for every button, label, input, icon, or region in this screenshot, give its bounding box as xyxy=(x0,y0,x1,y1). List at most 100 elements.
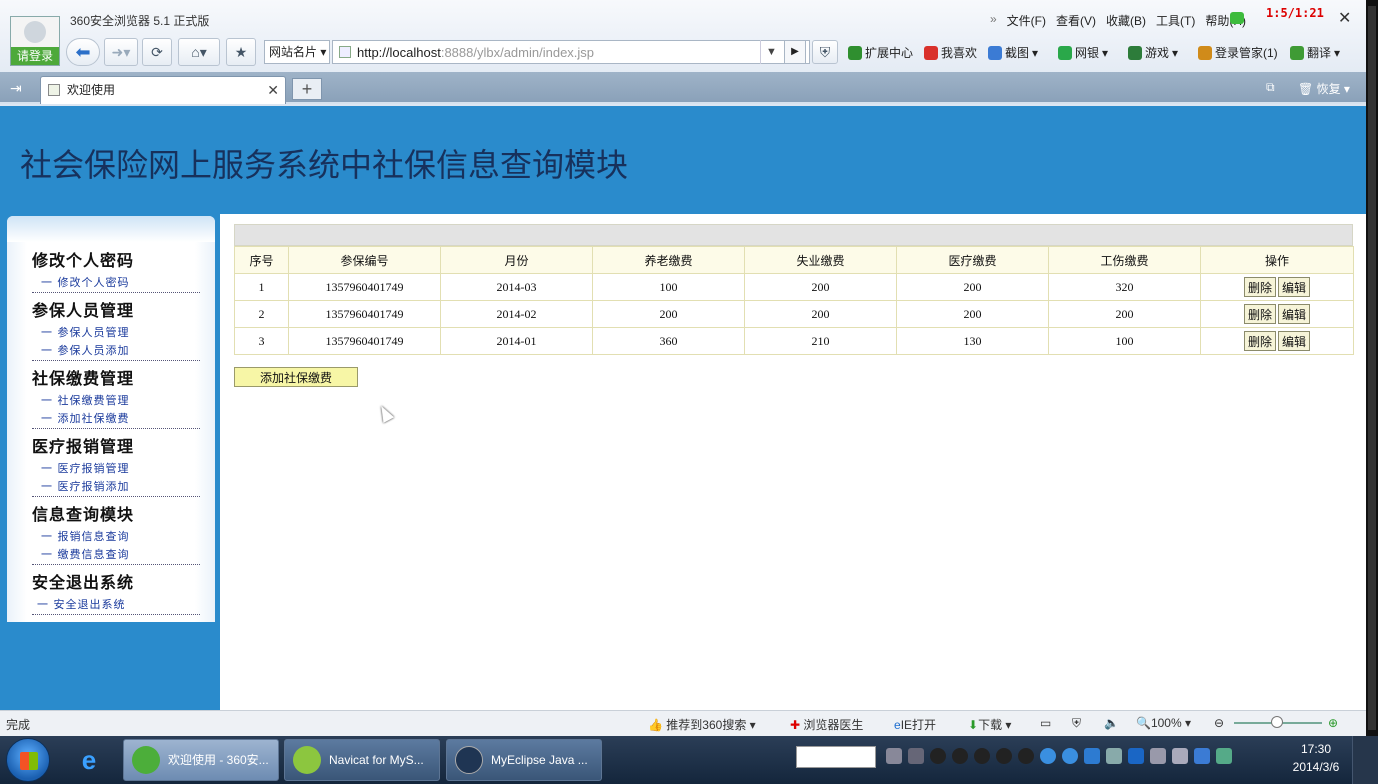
sidebar-group-title: 医疗报销管理 xyxy=(32,437,135,456)
monitor-icon[interactable] xyxy=(1150,748,1166,764)
task-browser[interactable]: 欢迎使用 - 360安... xyxy=(123,739,279,781)
bubble-icon[interactable] xyxy=(1062,748,1078,764)
keyboard-icon[interactable] xyxy=(886,748,902,764)
skin-shirt-icon[interactable] xyxy=(1230,12,1244,24)
table-row: 3 1357960401749 2014-01 360 210 130 100 … xyxy=(234,327,1354,355)
favorite-button[interactable]: ★ xyxy=(226,38,256,66)
search-icon[interactable] xyxy=(1216,748,1232,764)
go-button[interactable]: ▶ xyxy=(784,40,806,64)
volume-icon[interactable]: 🔈 xyxy=(1104,716,1119,730)
sidebar-item-logout[interactable]: 一 安全退出系统 xyxy=(32,596,200,614)
table-cell: 200 xyxy=(744,300,897,328)
ext-favorite[interactable]: 我喜欢 xyxy=(924,44,977,61)
security-icon[interactable]: ⛨ xyxy=(1072,716,1081,731)
ext-screenshot[interactable]: 截图 ▾ xyxy=(988,44,1038,61)
mouse-cursor-icon xyxy=(375,403,395,423)
sidebar-group-query: 信息查询模块 一 报销信息查询 一 缴费信息查询 xyxy=(32,502,200,565)
home-button[interactable]: ⌂▾ xyxy=(178,38,220,66)
zoom-in-icon[interactable]: ⊕ xyxy=(1328,716,1338,730)
qq-icon[interactable] xyxy=(952,748,968,764)
tab-bar: ⇥ 欢迎使用 ✕ + ⧉ 🗑 恢复 ▾ xyxy=(0,72,1366,104)
browser-doctor[interactable]: ✚ 浏览器医生 xyxy=(790,716,863,733)
ext-extension-center[interactable]: 扩展中心 xyxy=(848,44,913,61)
login-label[interactable]: 请登录 xyxy=(11,47,59,65)
menu-favorites[interactable]: 收藏(B) xyxy=(1106,12,1146,29)
download[interactable]: ⬇下载 ▾ xyxy=(968,716,1011,733)
table-cell: 210 xyxy=(744,327,897,355)
address-dropdown-icon[interactable]: ▼ xyxy=(760,40,782,64)
shield-button[interactable]: ⛨ xyxy=(812,40,838,64)
zoom-slider-handle[interactable] xyxy=(1271,716,1283,728)
qq-icon[interactable] xyxy=(1018,748,1034,764)
qq-icon[interactable] xyxy=(930,748,946,764)
pinned-ie[interactable]: e xyxy=(64,739,114,781)
status-item-label: IE打开 xyxy=(900,718,937,732)
task-myeclipse[interactable]: MyEclipse Java ... xyxy=(446,739,602,781)
network-icon[interactable] xyxy=(908,748,924,764)
forward-button[interactable]: ➜▾ xyxy=(104,38,138,66)
back-button[interactable]: ⬅ xyxy=(66,38,100,66)
refresh-button[interactable]: ⟳ xyxy=(142,38,172,66)
menu-overflow-icon[interactable]: » xyxy=(990,12,997,29)
ext-bank[interactable]: 网银 ▾ xyxy=(1058,44,1108,61)
ie-open[interactable]: eIE打开 xyxy=(894,716,936,733)
task-navicat[interactable]: Navicat for MyS... xyxy=(284,739,440,781)
delete-button[interactable]: 删除 xyxy=(1243,304,1276,324)
bubble-icon[interactable] xyxy=(1040,748,1056,764)
shield-icon[interactable] xyxy=(1084,748,1100,764)
tab-close-icon[interactable]: ✕ xyxy=(267,77,279,103)
sidebar-item-reimburse-query[interactable]: 一 报销信息查询 xyxy=(32,528,200,546)
tab-list-icon[interactable]: ⧉ xyxy=(1266,80,1275,95)
row-actions: 删除 编辑 xyxy=(1200,300,1354,328)
sidebar-item-insured-add[interactable]: 一 参保人员添加 xyxy=(32,342,200,360)
edit-button[interactable]: 编辑 xyxy=(1278,304,1311,324)
show-desktop-button[interactable] xyxy=(1352,736,1378,784)
key-icon xyxy=(1198,45,1212,60)
magnifier-icon: 🔍 xyxy=(1136,716,1151,730)
tab-welcome[interactable]: 欢迎使用 ✕ xyxy=(40,76,286,104)
sidebar-item-medical-manage[interactable]: 一 医疗报销管理 xyxy=(32,460,200,478)
sidebar-toggle-icon[interactable]: ⇥ xyxy=(10,80,22,97)
display-icon[interactable] xyxy=(1194,748,1210,764)
close-window-icon[interactable]: ✕ xyxy=(1338,8,1351,28)
menu-file[interactable]: 文件(F) xyxy=(1007,12,1046,29)
edit-button[interactable]: 编辑 xyxy=(1278,331,1311,351)
menu-view[interactable]: 查看(V) xyxy=(1056,12,1096,29)
delete-button[interactable]: 删除 xyxy=(1243,331,1276,351)
zoom-out-icon[interactable]: ⊖ xyxy=(1214,716,1224,730)
flag-icon[interactable] xyxy=(1172,748,1188,764)
site-card-dropdown[interactable]: 网站名片 ▾ xyxy=(264,40,330,64)
antivirus-icon[interactable] xyxy=(1128,748,1144,764)
sidebar-item-payment-add[interactable]: 一 添加社保缴费 xyxy=(32,410,200,428)
sidebar-item-payment-query[interactable]: 一 缴费信息查询 xyxy=(32,546,200,564)
zoom-control[interactable]: 🔍100% ▾ xyxy=(1136,716,1191,730)
address-bar[interactable]: http://localhost:8888/ylbx/admin/index.j… xyxy=(332,40,810,64)
volume-icon[interactable] xyxy=(1106,748,1122,764)
sidebar-item-payment-manage[interactable]: 一 社保缴费管理 xyxy=(32,392,200,410)
new-tab-button[interactable]: + xyxy=(292,78,322,100)
column-header: 医疗缴费 xyxy=(896,246,1049,274)
sidebar-group-title: 参保人员管理 xyxy=(32,301,135,320)
edit-button[interactable]: 编辑 xyxy=(1278,277,1311,297)
delete-button[interactable]: 删除 xyxy=(1243,277,1276,297)
taskbar-clock[interactable]: 17:30 2014/3/6 xyxy=(1286,740,1346,776)
qq-icon[interactable] xyxy=(974,748,990,764)
window-icon[interactable]: ▭ xyxy=(1040,716,1051,730)
restore-button[interactable]: 🗑 恢复 ▾ xyxy=(1298,80,1350,97)
ext-login-manager[interactable]: 登录管家(1) xyxy=(1198,44,1278,61)
menu-tools[interactable]: 工具(T) xyxy=(1156,12,1195,29)
sidebar-item-change-password[interactable]: 一 修改个人密码 xyxy=(32,274,200,292)
user-avatar[interactable]: 请登录 xyxy=(10,16,60,66)
ext-translate[interactable]: 翻译 ▾ xyxy=(1290,44,1340,61)
qq-icon[interactable] xyxy=(996,748,1012,764)
add-payment-button[interactable]: 添加社保缴费 xyxy=(234,367,358,387)
sidebar-item-insured-manage[interactable]: 一 参保人员管理 xyxy=(32,324,200,342)
sidebar-item-medical-add[interactable]: 一 医疗报销添加 xyxy=(32,478,200,496)
taskbar-search-box[interactable] xyxy=(796,746,876,768)
ext-game[interactable]: 游戏 ▾ xyxy=(1128,44,1178,61)
column-header: 参保编号 xyxy=(288,246,441,274)
recommend-360-search[interactable]: 👍 推荐到360搜索 ▾ xyxy=(648,716,756,733)
table-cell: 1357960401749 xyxy=(288,300,441,328)
start-button[interactable] xyxy=(6,738,50,782)
table-cell: 100 xyxy=(592,273,745,301)
